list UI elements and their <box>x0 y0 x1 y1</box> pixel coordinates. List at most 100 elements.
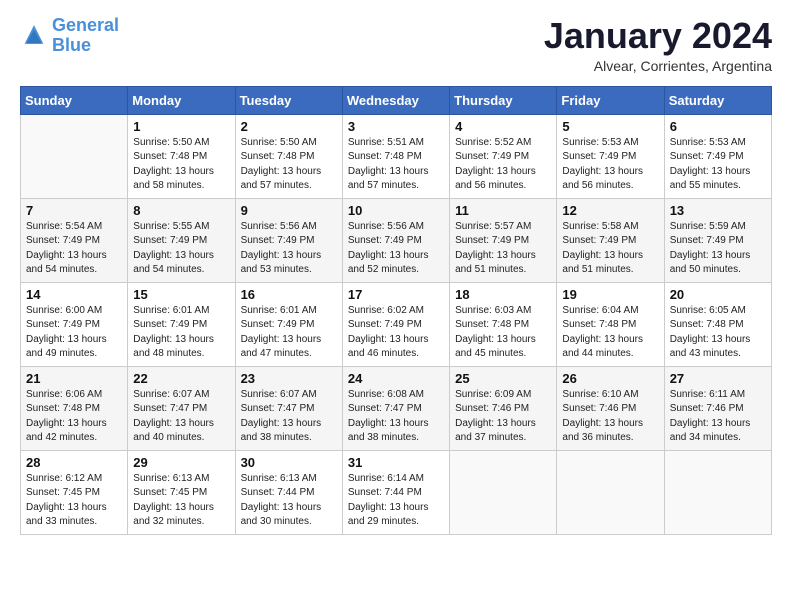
calendar-week-row: 21 Sunrise: 6:06 AMSunset: 7:48 PMDayligh… <box>21 366 772 450</box>
day-number: 10 <box>348 203 444 218</box>
day-info: Sunrise: 6:13 AMSunset: 7:44 PMDaylight:… <box>241 472 337 530</box>
table-row: 20Sunrise: 6:05 AMSunset: 7:48 PMDayligh… <box>664 282 771 366</box>
day-number: 15 <box>133 287 229 302</box>
table-row: 1Sunrise: 5:50 AMSunset: 7:48 PMDaylight… <box>128 114 235 198</box>
day-info: Sunrise: 6:08 AMSunset: 7:47 PMDaylight:… <box>348 388 444 446</box>
table-row: 19 Sunrise: 6:04 AMSunset: 7:48 PMDayligh… <box>557 282 664 366</box>
day-info: Sunrise: 5:53 AMSunset: 7:49 PMDaylight:… <box>562 136 658 194</box>
title-block: January 2024 Alvear, Corrientes, Argenti… <box>544 16 772 74</box>
calendar-week-row: 14 Sunrise: 6:00 AMSunset: 7:49 PMDayligh… <box>21 282 772 366</box>
table-row: 25 Sunrise: 6:09 AMSunset: 7:46 PMDayligh… <box>450 366 557 450</box>
day-info: Sunrise: 6:14 AMSunset: 7:44 PMDaylight:… <box>348 472 444 530</box>
table-row: 29Sunrise: 6:13 AMSunset: 7:45 PMDayligh… <box>128 450 235 534</box>
day-number: 21 <box>26 371 122 386</box>
day-number: 1 <box>133 119 229 134</box>
day-number: 30 <box>241 455 337 470</box>
table-row: 13 Sunrise: 5:59 AMSunset: 7:49 PMDayligh… <box>664 198 771 282</box>
day-info: Sunrise: 5:51 AMSunset: 7:48 PMDaylight:… <box>348 136 444 194</box>
table-row: 16 Sunrise: 6:01 AMSunset: 7:49 PMDayligh… <box>235 282 342 366</box>
header: General Blue January 2024 Alvear, Corrie… <box>20 16 772 74</box>
logo-icon <box>20 22 48 50</box>
location-subtitle: Alvear, Corrientes, Argentina <box>544 58 772 74</box>
calendar-week-row: 7 Sunrise: 5:54 AMSunset: 7:49 PMDaylight… <box>21 198 772 282</box>
calendar-table: Sunday Monday Tuesday Wednesday Thursday… <box>20 86 772 535</box>
day-info: Sunrise: 6:00 AMSunset: 7:49 PMDaylight:… <box>26 304 122 362</box>
day-info: Sunrise: 5:52 AMSunset: 7:49 PMDaylight:… <box>455 136 551 194</box>
day-number: 5 <box>562 119 658 134</box>
header-tuesday: Tuesday <box>235 86 342 114</box>
day-number: 27 <box>670 371 766 386</box>
table-row: 18Sunrise: 6:03 AMSunset: 7:48 PMDayligh… <box>450 282 557 366</box>
table-row: 27 Sunrise: 6:11 AMSunset: 7:46 PMDayligh… <box>664 366 771 450</box>
table-row <box>21 114 128 198</box>
header-monday: Monday <box>128 86 235 114</box>
table-row <box>664 450 771 534</box>
day-number: 2 <box>241 119 337 134</box>
table-row: 2 Sunrise: 5:50 AMSunset: 7:48 PMDaylight… <box>235 114 342 198</box>
day-number: 12 <box>562 203 658 218</box>
day-number: 8 <box>133 203 229 218</box>
table-row: 30 Sunrise: 6:13 AMSunset: 7:44 PMDayligh… <box>235 450 342 534</box>
day-number: 19 <box>562 287 658 302</box>
calendar-header-row: Sunday Monday Tuesday Wednesday Thursday… <box>21 86 772 114</box>
table-row: 12 Sunrise: 5:58 AMSunset: 7:49 PMDayligh… <box>557 198 664 282</box>
day-info: Sunrise: 5:53 AMSunset: 7:49 PMDaylight:… <box>670 136 766 194</box>
table-row: 22Sunrise: 6:07 AMSunset: 7:47 PMDayligh… <box>128 366 235 450</box>
day-number: 26 <box>562 371 658 386</box>
page: General Blue January 2024 Alvear, Corrie… <box>0 0 792 551</box>
table-row: 4 Sunrise: 5:52 AMSunset: 7:49 PMDaylight… <box>450 114 557 198</box>
day-number: 7 <box>26 203 122 218</box>
day-info: Sunrise: 6:06 AMSunset: 7:48 PMDaylight:… <box>26 388 122 446</box>
day-info: Sunrise: 6:02 AMSunset: 7:49 PMDaylight:… <box>348 304 444 362</box>
header-friday: Friday <box>557 86 664 114</box>
day-info: Sunrise: 6:07 AMSunset: 7:47 PMDaylight:… <box>241 388 337 446</box>
table-row: 11 Sunrise: 5:57 AMSunset: 7:49 PMDayligh… <box>450 198 557 282</box>
day-info: Sunrise: 6:12 AMSunset: 7:45 PMDaylight:… <box>26 472 122 530</box>
calendar-week-row: 1 Sunrise: 5:50 AMSunset: 7:48 PMDaylight… <box>21 114 772 198</box>
day-number: 28 <box>26 455 122 470</box>
table-row: 8 Sunrise: 5:55 AMSunset: 7:49 PMDaylight… <box>128 198 235 282</box>
day-number: 16 <box>241 287 337 302</box>
day-number: 4 <box>455 119 551 134</box>
table-row: 28 Sunrise: 6:12 AMSunset: 7:45 PMDayligh… <box>21 450 128 534</box>
day-info: Sunrise: 5:50 AMSunset: 7:48 PMDaylight:… <box>241 136 337 194</box>
day-number: 22 <box>133 371 229 386</box>
header-sunday: Sunday <box>21 86 128 114</box>
day-info: Sunrise: 6:03 AMSunset: 7:48 PMDaylight:… <box>455 304 551 362</box>
table-row: 31 Sunrise: 6:14 AMSunset: 7:44 PMDayligh… <box>342 450 449 534</box>
table-row: 10Sunrise: 5:56 AMSunset: 7:49 PMDayligh… <box>342 198 449 282</box>
table-row: 6 Sunrise: 5:53 AMSunset: 7:49 PMDaylight… <box>664 114 771 198</box>
day-info: Sunrise: 5:56 AMSunset: 7:49 PMDaylight:… <box>241 220 337 278</box>
day-info: Sunrise: 6:09 AMSunset: 7:46 PMDaylight:… <box>455 388 551 446</box>
day-info: Sunrise: 6:11 AMSunset: 7:46 PMDaylight:… <box>670 388 766 446</box>
table-row: 26 Sunrise: 6:10 AMSunset: 7:46 PMDayligh… <box>557 366 664 450</box>
table-row: 5 Sunrise: 5:53 AMSunset: 7:49 PMDaylight… <box>557 114 664 198</box>
day-number: 24 <box>348 371 444 386</box>
day-info: Sunrise: 6:10 AMSunset: 7:46 PMDaylight:… <box>562 388 658 446</box>
day-info: Sunrise: 5:54 AMSunset: 7:49 PMDaylight:… <box>26 220 122 278</box>
day-number: 3 <box>348 119 444 134</box>
logo: General Blue <box>20 16 119 56</box>
day-number: 9 <box>241 203 337 218</box>
header-saturday: Saturday <box>664 86 771 114</box>
day-info: Sunrise: 5:55 AMSunset: 7:49 PMDaylight:… <box>133 220 229 278</box>
month-title: January 2024 <box>544 16 772 56</box>
day-number: 11 <box>455 203 551 218</box>
day-info: Sunrise: 5:57 AMSunset: 7:49 PMDaylight:… <box>455 220 551 278</box>
table-row: 9 Sunrise: 5:56 AMSunset: 7:49 PMDaylight… <box>235 198 342 282</box>
day-number: 31 <box>348 455 444 470</box>
day-number: 13 <box>670 203 766 218</box>
day-number: 6 <box>670 119 766 134</box>
day-info: Sunrise: 5:58 AMSunset: 7:49 PMDaylight:… <box>562 220 658 278</box>
day-info: Sunrise: 6:04 AMSunset: 7:48 PMDaylight:… <box>562 304 658 362</box>
day-info: Sunrise: 6:13 AMSunset: 7:45 PMDaylight:… <box>133 472 229 530</box>
day-number: 23 <box>241 371 337 386</box>
day-number: 25 <box>455 371 551 386</box>
day-info: Sunrise: 6:01 AMSunset: 7:49 PMDaylight:… <box>241 304 337 362</box>
table-row: 3 Sunrise: 5:51 AMSunset: 7:48 PMDaylight… <box>342 114 449 198</box>
day-info: Sunrise: 6:01 AMSunset: 7:49 PMDaylight:… <box>133 304 229 362</box>
day-number: 14 <box>26 287 122 302</box>
day-info: Sunrise: 6:05 AMSunset: 7:48 PMDaylight:… <box>670 304 766 362</box>
day-info: Sunrise: 5:59 AMSunset: 7:49 PMDaylight:… <box>670 220 766 278</box>
logo-general: General <box>52 15 119 35</box>
